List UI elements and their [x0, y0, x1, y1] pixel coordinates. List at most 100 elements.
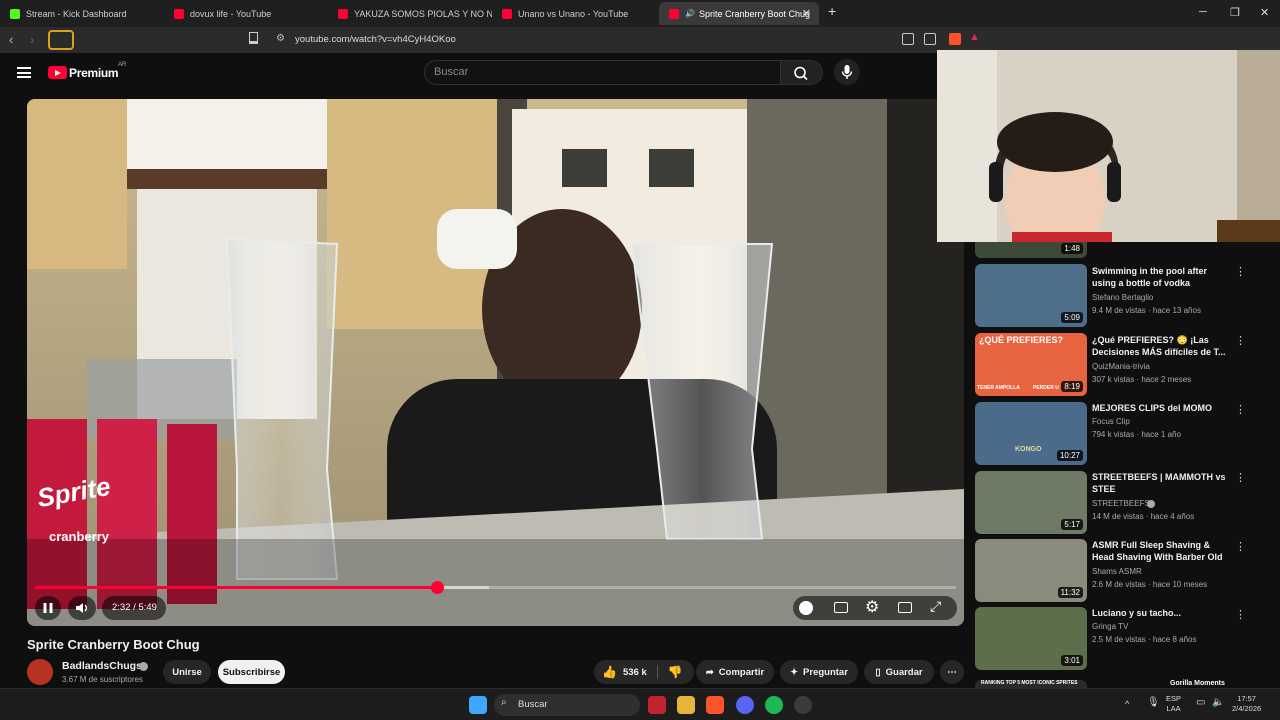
forward-icon[interactable]: ›: [30, 32, 34, 47]
rec-menu-icon[interactable]: ⋮: [1235, 265, 1246, 278]
tray-chevron-icon[interactable]: ^: [1125, 699, 1129, 709]
bookmark-icon[interactable]: [249, 32, 258, 44]
subscribe-label: Subscribirse: [222, 666, 281, 678]
join-button[interactable]: Unirse: [163, 660, 211, 684]
scrubber-handle[interactable]: [430, 581, 444, 594]
channel-avatar[interactable]: [27, 659, 53, 685]
windows-start-icon[interactable]: [469, 696, 487, 714]
rec-duration: 11:32: [1057, 587, 1083, 598]
reload-icon[interactable]: [48, 30, 74, 50]
spotify-icon[interactable]: [765, 696, 783, 714]
pause-button[interactable]: [35, 596, 61, 620]
search-input[interactable]: [424, 60, 781, 85]
restore-icon[interactable]: ❐: [1230, 6, 1240, 19]
share-label: Compartir: [718, 666, 765, 678]
rec-channel[interactable]: STREETBEEFS: [1092, 499, 1150, 508]
clock-time: 17:57: [1237, 694, 1256, 703]
ask-button[interactable]: ✦ Preguntar: [780, 660, 858, 684]
microphone-tray-icon[interactable]: 🎙: [1147, 698, 1160, 708]
tab-sprite-cranberry[interactable]: 🔊 Sprite Cranberry Boot Chug ✕: [659, 2, 819, 25]
sparkle-icon: ✦: [790, 666, 799, 678]
dislike-icon[interactable]: 👎: [668, 665, 683, 679]
country-code: AR: [118, 62, 127, 68]
rec-menu-icon[interactable]: ⋮: [1235, 540, 1246, 553]
brave-browser-icon[interactable]: [706, 696, 724, 714]
volume-button[interactable]: [68, 596, 96, 620]
like-icon[interactable]: 👍: [602, 665, 617, 679]
brave-shield-icon[interactable]: [949, 33, 961, 45]
brave-rewards-icon[interactable]: ▲: [969, 31, 980, 43]
site-info-icon[interactable]: ⚙: [276, 33, 285, 44]
youtube-logo-icon[interactable]: [48, 66, 67, 79]
rec-channel[interactable]: Gringa TV: [1092, 622, 1128, 631]
more-actions-button[interactable]: ⋯: [940, 660, 964, 684]
file-explorer-icon[interactable]: [677, 696, 695, 714]
rec-thumbnail[interactable]: ¿QUÉ PREFIERES? TENER AMPOLLA PERDER U 8…: [975, 333, 1087, 396]
rec-channel[interactable]: Focus Clip: [1092, 417, 1130, 426]
obs-icon[interactable]: [794, 696, 812, 714]
app-red-icon[interactable]: [648, 696, 666, 714]
rec-channel[interactable]: Stefano Bertaglio: [1092, 293, 1153, 302]
settings-gear-icon[interactable]: ⚙: [865, 597, 879, 617]
search-button[interactable]: [781, 60, 823, 85]
rec-thumbnail[interactable]: KONGO 10:27: [975, 402, 1087, 465]
rec-title[interactable]: Luciano y su tacho...: [1092, 607, 1230, 619]
verified-badge-icon: [1147, 500, 1155, 508]
back-icon[interactable]: ‹: [9, 32, 13, 47]
video-player[interactable]: Sprite cranberry 2:32 / 5:49 ⚙ ⤢: [27, 99, 964, 626]
share-icon[interactable]: [924, 33, 936, 45]
fullscreen-icon[interactable]: ⤢: [930, 598, 941, 615]
rec-channel[interactable]: Shams ASMR: [1092, 567, 1142, 576]
tab-yakuza[interactable]: YAKUZA SOMOS PIOLAS Y NO NOS: [328, 2, 492, 25]
new-tab-icon[interactable]: +: [828, 3, 836, 19]
taskbar-search[interactable]: [494, 694, 640, 716]
rec-title[interactable]: ASMR Full Sleep Shaving & Head Shaving W…: [1092, 539, 1230, 563]
language-indicator[interactable]: ESP LAA: [1166, 694, 1181, 714]
rec-channel[interactable]: QuizMania-trivia: [1092, 362, 1150, 371]
premium-logo-text[interactable]: Premium: [69, 66, 119, 80]
url-field[interactable]: youtube.com/watch?v=vh4CyH4OKoo: [295, 34, 456, 45]
voice-search-button[interactable]: [834, 59, 860, 85]
tab-unano-vs-unano[interactable]: Unano vs Unano - YouTube: [492, 2, 656, 25]
channel-name[interactable]: BadlandsChugs: [62, 660, 142, 672]
tab-kick-dashboard[interactable]: Stream - Kick Dashboard: [0, 2, 164, 25]
discord-icon[interactable]: [736, 696, 754, 714]
rec-thumbnail[interactable]: 3:01: [975, 607, 1087, 670]
share-button[interactable]: ➦ Compartir: [696, 660, 774, 684]
video-frame: [27, 99, 964, 626]
lang-top: ESP: [1166, 694, 1182, 703]
tab-dovux-life[interactable]: dovux life - YouTube: [164, 2, 328, 25]
minimize-icon[interactable]: ─: [1199, 6, 1207, 18]
rec-thumbnail[interactable]: 11:32: [975, 539, 1087, 602]
rec-title[interactable]: STREETBEEFS | MAMMOTH vs STEE: [1092, 471, 1230, 495]
network-icon[interactable]: ▭: [1196, 698, 1205, 708]
volume-tray-icon[interactable]: 🔈: [1212, 698, 1224, 708]
subscribe-button[interactable]: Subscribirse: [218, 660, 285, 684]
like-count[interactable]: 536 k: [623, 667, 647, 678]
search-icon: [794, 66, 808, 81]
rec-title[interactable]: ¿Qué PREFIERES? 😳 ¡Las Decisiones MÁS di…: [1092, 334, 1230, 358]
progress-bar[interactable]: [35, 581, 956, 594]
rec-menu-icon[interactable]: ⋮: [1235, 471, 1246, 484]
subtitles-icon[interactable]: [834, 602, 848, 613]
rec-title[interactable]: MEJORES CLIPS del MOMO: [1092, 402, 1230, 414]
rec-menu-icon[interactable]: ⋮: [1235, 334, 1246, 347]
save-label: Guardar: [885, 666, 923, 678]
menu-icon[interactable]: [17, 67, 31, 78]
volume-icon: [76, 603, 87, 613]
rec-thumbnail[interactable]: 5:09: [975, 264, 1087, 327]
youtube-favicon-icon: [502, 8, 512, 19]
rec-menu-icon[interactable]: ⋮: [1235, 608, 1246, 621]
rec-duration: 1:48: [1061, 243, 1083, 254]
rec-menu-icon[interactable]: ⋮: [1235, 403, 1246, 416]
save-button[interactable]: ▯ Guardar: [864, 660, 934, 684]
theater-mode-icon[interactable]: [898, 602, 912, 613]
rec-thumbnail[interactable]: RANKING TOP 5 MOST ICONIC SPRITES: [975, 680, 1087, 688]
cast-icon[interactable]: [902, 33, 914, 45]
autoplay-toggle-icon[interactable]: [799, 601, 813, 615]
close-tab-icon[interactable]: ✕: [802, 7, 811, 20]
clock[interactable]: 17:57 2/4/2026: [1232, 694, 1261, 714]
rec-thumbnail[interactable]: 5:17: [975, 471, 1087, 534]
rec-title[interactable]: Swimming in the pool after using a bottl…: [1092, 265, 1230, 289]
close-window-icon[interactable]: ✕: [1260, 6, 1269, 19]
